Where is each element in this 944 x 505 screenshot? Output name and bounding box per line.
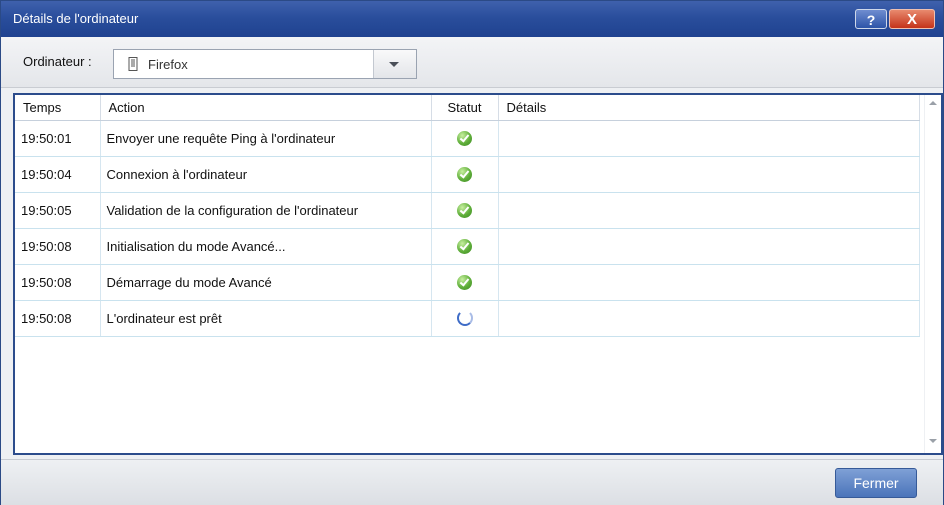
table-row[interactable]: 19:50:04 Connexion à l'ordinateur xyxy=(15,156,920,193)
cell-details xyxy=(498,120,920,157)
spinner-icon xyxy=(456,310,473,327)
title-bar[interactable]: Détails de l'ordinateur ? X xyxy=(1,1,943,37)
cell-time: 19:50:08 xyxy=(15,264,101,301)
table-header-row: Temps Action Statut Détails xyxy=(15,95,920,121)
cell-time: 19:50:04 xyxy=(15,156,101,193)
table-row[interactable]: 19:50:05 Validation de la configuration d… xyxy=(15,192,920,229)
help-button[interactable]: ? xyxy=(855,9,887,29)
check-circle-icon xyxy=(457,167,472,183)
check-circle-icon xyxy=(457,203,472,219)
window-title: Détails de l'ordinateur xyxy=(13,11,139,26)
toolbar: Ordinateur : Firefox xyxy=(1,37,943,88)
cell-status xyxy=(431,228,499,265)
cell-status xyxy=(431,264,499,301)
vertical-scrollbar[interactable] xyxy=(924,95,941,453)
column-header-details[interactable]: Détails xyxy=(498,95,920,121)
cell-action: Envoyer une requête Ping à l'ordinateur xyxy=(100,120,432,157)
cell-action: L'ordinateur est prêt xyxy=(100,300,432,337)
computer-select-dropdown-button[interactable] xyxy=(373,50,416,78)
column-header-time[interactable]: Temps xyxy=(15,95,101,121)
table-row[interactable]: 19:50:01 Envoyer une requête Ping à l'ord… xyxy=(15,120,920,157)
scroll-up-icon[interactable] xyxy=(929,101,937,105)
close-window-button[interactable]: X xyxy=(889,9,935,29)
cell-status xyxy=(431,120,499,157)
column-header-action[interactable]: Action xyxy=(100,95,432,121)
cell-time: 19:50:08 xyxy=(15,228,101,265)
table-row[interactable]: 19:50:08 L'ordinateur est prêt xyxy=(15,300,920,337)
chevron-down-icon xyxy=(389,62,399,67)
cell-status xyxy=(431,156,499,193)
computer-icon xyxy=(128,57,138,71)
action-log-grid: Temps Action Statut Détails 19:50:01 Envo… xyxy=(13,93,943,455)
check-circle-icon xyxy=(457,239,472,255)
column-header-status[interactable]: Statut xyxy=(431,95,499,121)
cell-details xyxy=(498,300,920,337)
cell-details xyxy=(498,192,920,229)
cell-action: Initialisation du mode Avancé... xyxy=(100,228,432,265)
cell-action: Validation de la configuration de l'ordi… xyxy=(100,192,432,229)
cell-time: 19:50:01 xyxy=(15,120,101,157)
cell-action: Connexion à l'ordinateur xyxy=(100,156,432,193)
computer-details-dialog: Détails de l'ordinateur ? X Ordinateur :… xyxy=(0,0,944,505)
footer-bar: Fermer xyxy=(1,459,943,505)
check-circle-icon xyxy=(457,275,472,291)
cell-time: 19:50:05 xyxy=(15,192,101,229)
scroll-down-icon[interactable] xyxy=(929,439,937,443)
cell-status xyxy=(431,300,499,337)
check-circle-icon xyxy=(457,131,472,147)
cell-time: 19:50:08 xyxy=(15,300,101,337)
action-log-table: Temps Action Statut Détails 19:50:01 Envo… xyxy=(15,95,920,337)
computer-select[interactable]: Firefox xyxy=(113,49,417,79)
cell-details xyxy=(498,156,920,193)
table-row[interactable]: 19:50:08 Démarrage du mode Avancé xyxy=(15,264,920,301)
computer-label: Ordinateur : xyxy=(23,54,92,69)
cell-details xyxy=(498,228,920,265)
computer-select-value: Firefox xyxy=(148,57,188,72)
cell-details xyxy=(498,264,920,301)
close-button[interactable]: Fermer xyxy=(835,468,917,498)
table-row[interactable]: 19:50:08 Initialisation du mode Avancé... xyxy=(15,228,920,265)
cell-status xyxy=(431,192,499,229)
cell-action: Démarrage du mode Avancé xyxy=(100,264,432,301)
